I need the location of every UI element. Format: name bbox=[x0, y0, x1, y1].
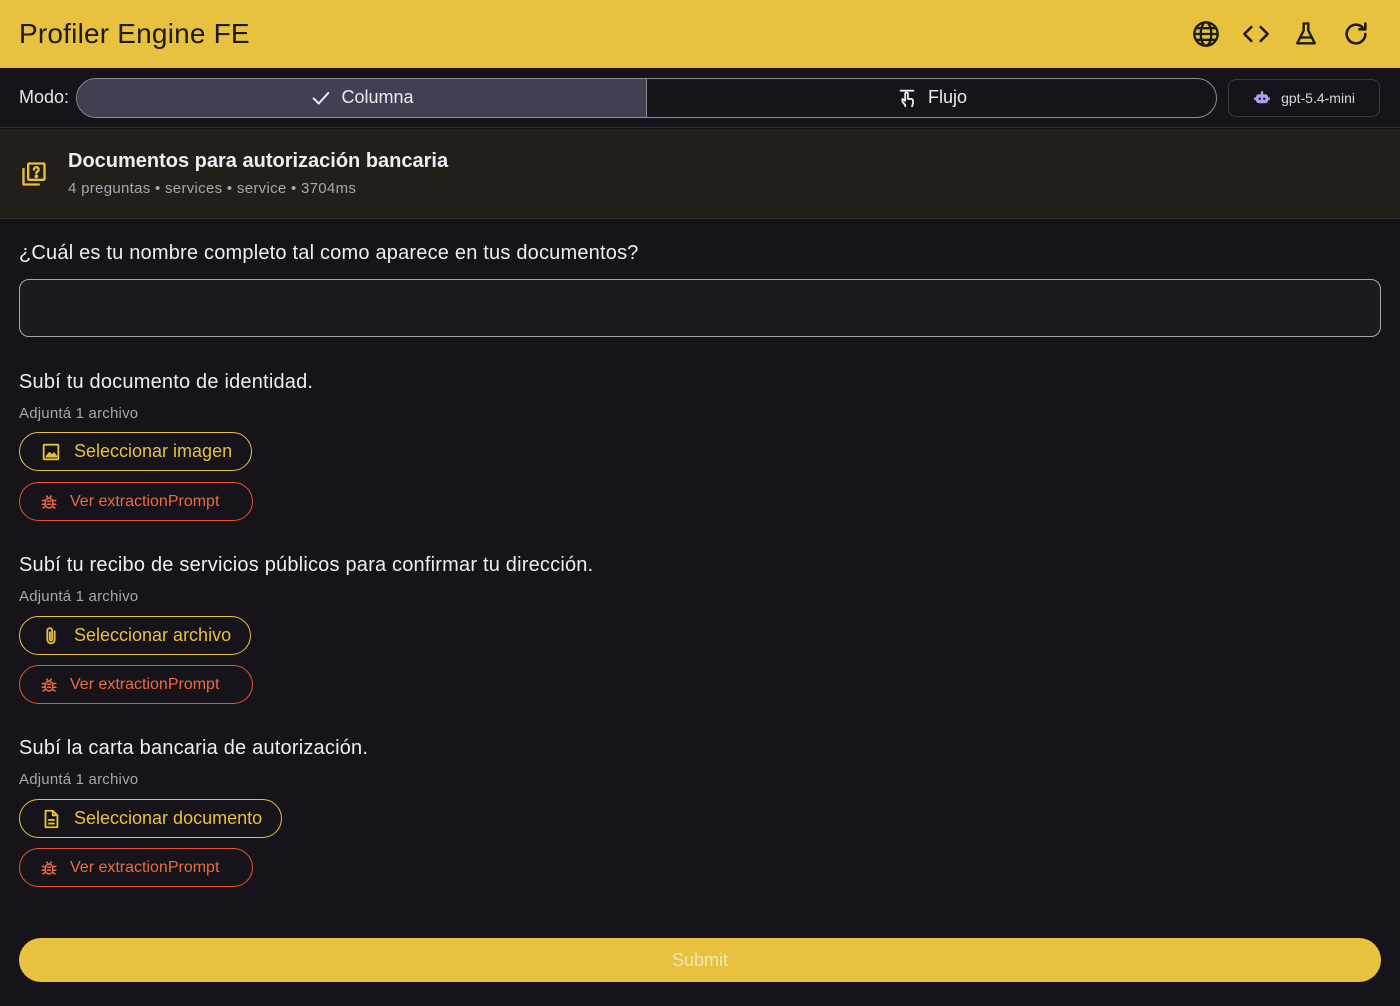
question-utility-bill: Subí tu recibo de servicios públicos par… bbox=[19, 554, 593, 605]
form-header-text: Documentos para autorización bancaria 4 … bbox=[68, 150, 448, 197]
app-bar: Profiler Engine FE bbox=[0, 0, 1400, 68]
button-label: Seleccionar archivo bbox=[74, 625, 232, 645]
model-name: gpt-5.4-mini bbox=[1281, 89, 1355, 106]
question-title: Subí tu documento de identidad. bbox=[19, 371, 314, 393]
view-extraction-prompt-button[interactable]: Ver extractionPrompt bbox=[19, 665, 253, 704]
question-identity-document: Subí tu documento de identidad. Adjuntá … bbox=[19, 371, 313, 422]
bug-icon bbox=[41, 677, 57, 692]
paperclip-icon bbox=[46, 626, 56, 644]
button-label: Seleccionar imagen bbox=[74, 441, 233, 461]
language-button[interactable] bbox=[1181, 9, 1231, 59]
mode-option-flujo[interactable]: Flujo bbox=[646, 78, 1216, 117]
refresh-button[interactable] bbox=[1331, 9, 1381, 59]
image-icon bbox=[42, 443, 60, 460]
mode-segmented-control: Columna Flujo bbox=[76, 77, 1218, 118]
submit-button[interactable]: Submit bbox=[19, 938, 1381, 982]
question-title: ¿Cuál es tu nombre completo tal como apa… bbox=[19, 242, 639, 264]
form-header: Documentos para autorización bancaria 4 … bbox=[0, 129, 1400, 219]
appbar-actions bbox=[1181, 9, 1381, 59]
button-label: Ver extractionPrompt bbox=[70, 492, 220, 510]
question-title: Subí tu recibo de servicios públicos par… bbox=[19, 554, 594, 576]
question-title: Subí la carta bancaria de autorización. bbox=[19, 737, 369, 759]
mode-toolbar: Modo: Columna Flujo gpt-5.4-mini bbox=[0, 68, 1400, 128]
mode-option-label: Flujo bbox=[928, 87, 968, 107]
question-hint: Adjuntá 1 archivo bbox=[19, 588, 139, 605]
mode-option-columna[interactable]: Columna bbox=[77, 78, 647, 117]
lab-button[interactable] bbox=[1281, 9, 1331, 59]
button-label: Seleccionar documento bbox=[74, 808, 263, 828]
mode-label: Modo: bbox=[19, 87, 70, 107]
mode-option-label: Columna bbox=[341, 87, 414, 107]
document-icon bbox=[44, 809, 59, 828]
check-icon bbox=[312, 91, 329, 105]
robot-icon bbox=[1254, 90, 1270, 103]
button-label: Ver extractionPrompt bbox=[70, 675, 220, 693]
touch-icon bbox=[899, 89, 915, 107]
question-hint: Adjuntá 1 archivo bbox=[19, 405, 139, 422]
code-icon bbox=[1243, 25, 1269, 43]
app-title: Profiler Engine FE bbox=[19, 18, 250, 49]
select-image-button[interactable]: Seleccionar imagen bbox=[19, 432, 253, 471]
bug-icon bbox=[41, 860, 57, 875]
question-bank-letter: Subí la carta bancaria de autorización. … bbox=[19, 737, 368, 788]
view-extraction-prompt-button[interactable]: Ver extractionPrompt bbox=[19, 848, 253, 887]
select-file-button[interactable]: Seleccionar archivo bbox=[19, 616, 252, 655]
question-hint: Adjuntá 1 archivo bbox=[19, 771, 139, 788]
model-selector[interactable]: gpt-5.4-mini bbox=[1228, 78, 1381, 117]
globe-icon bbox=[1193, 21, 1219, 47]
question-full-name: ¿Cuál es tu nombre completo tal como apa… bbox=[19, 242, 639, 265]
view-extraction-prompt-button[interactable]: Ver extractionPrompt bbox=[19, 482, 253, 521]
form-meta: 4 preguntas • services • service • 3704m… bbox=[68, 180, 357, 197]
bug-icon bbox=[41, 494, 57, 509]
form-title: Documentos para autorización bancaria bbox=[68, 150, 449, 172]
refresh-icon bbox=[1345, 22, 1367, 45]
button-label: Ver extractionPrompt bbox=[70, 858, 220, 876]
code-button[interactable] bbox=[1231, 9, 1281, 59]
select-document-button[interactable]: Seleccionar documento bbox=[19, 799, 283, 838]
quiz-icon bbox=[22, 161, 46, 186]
full-name-input[interactable] bbox=[19, 279, 1381, 337]
flask-icon bbox=[1296, 22, 1316, 45]
